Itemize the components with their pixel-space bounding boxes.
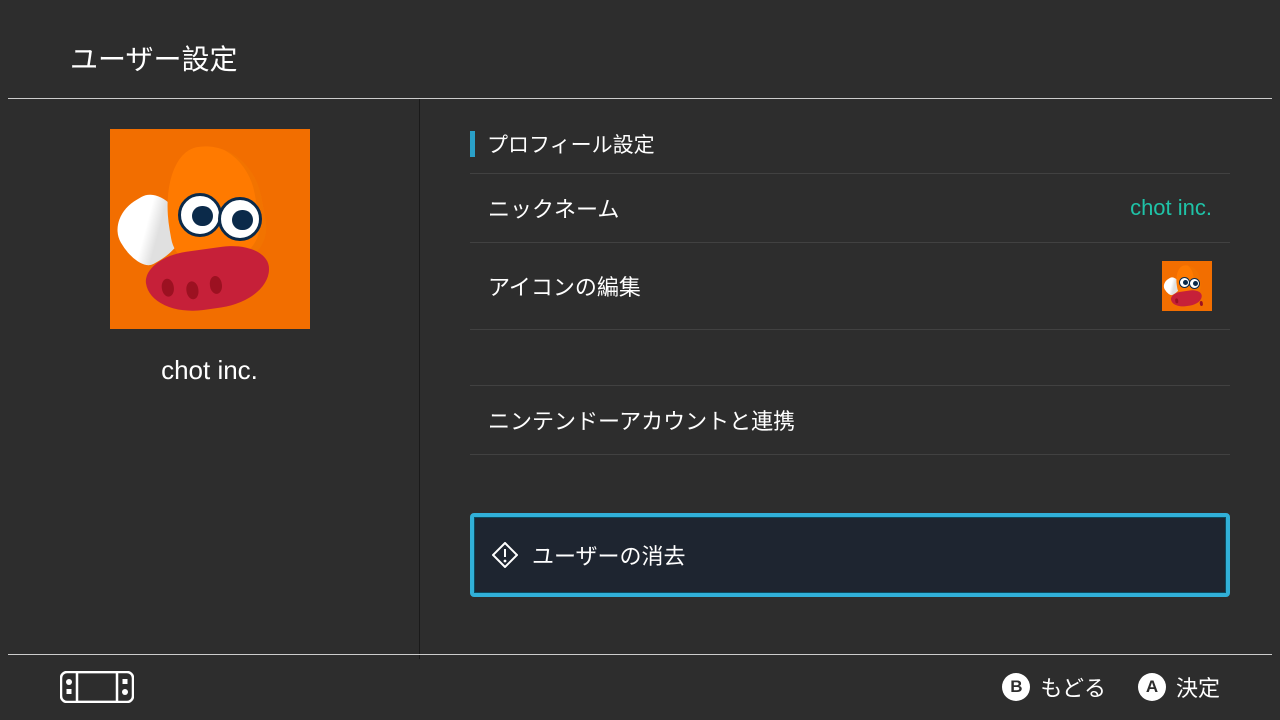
- nickname-value: chot inc.: [1130, 195, 1212, 221]
- settings-panel: プロフィール設定 ニックネーム chot inc. アイコンの編集 ニンテンドー…: [420, 99, 1280, 659]
- delete-user-label: ユーザーの消去: [532, 539, 686, 571]
- a-button-icon: A: [1138, 673, 1166, 701]
- spacer: [470, 455, 1230, 513]
- hint-ok[interactable]: A 決定: [1138, 671, 1220, 703]
- nickname-label: ニックネーム: [488, 192, 619, 224]
- user-panel: chot inc.: [0, 99, 420, 659]
- footer-right: B もどる A 決定: [1002, 671, 1220, 703]
- divider: [8, 654, 1272, 655]
- page-title: ユーザー設定: [70, 38, 1210, 78]
- row-edit-icon[interactable]: アイコンの編集: [470, 243, 1230, 330]
- controller-icon: [60, 671, 134, 703]
- diamond-exclamation-icon: [492, 542, 518, 568]
- section-accent-bar: [470, 131, 475, 157]
- avatar-thumbnail: [1162, 261, 1212, 311]
- squid-icon: [110, 129, 310, 329]
- edit-icon-label: アイコンの編集: [488, 270, 641, 302]
- b-button-icon: B: [1002, 673, 1030, 701]
- avatar: [110, 129, 310, 329]
- hint-ok-label: 決定: [1176, 671, 1220, 703]
- row-nickname[interactable]: ニックネーム chot inc.: [470, 173, 1230, 243]
- hint-back-label: もどる: [1040, 671, 1106, 703]
- hint-back[interactable]: B もどる: [1002, 671, 1106, 703]
- content: chot inc. プロフィール設定 ニックネーム chot inc. アイコン…: [0, 99, 1280, 659]
- row-delete-user[interactable]: ユーザーの消去: [470, 513, 1230, 597]
- footer-left: [60, 671, 134, 703]
- squid-icon: [1162, 261, 1212, 311]
- row-empty: [470, 330, 1230, 386]
- section-title: プロフィール設定: [487, 129, 655, 159]
- section-header: プロフィール設定: [470, 129, 1230, 159]
- row-link-account[interactable]: ニンテンドーアカウントと連携: [470, 386, 1230, 455]
- link-account-label: ニンテンドーアカウントと連携: [488, 404, 795, 436]
- header: ユーザー設定: [0, 0, 1280, 98]
- username-label: chot inc.: [161, 355, 258, 386]
- footer: B もどる A 決定: [0, 654, 1280, 720]
